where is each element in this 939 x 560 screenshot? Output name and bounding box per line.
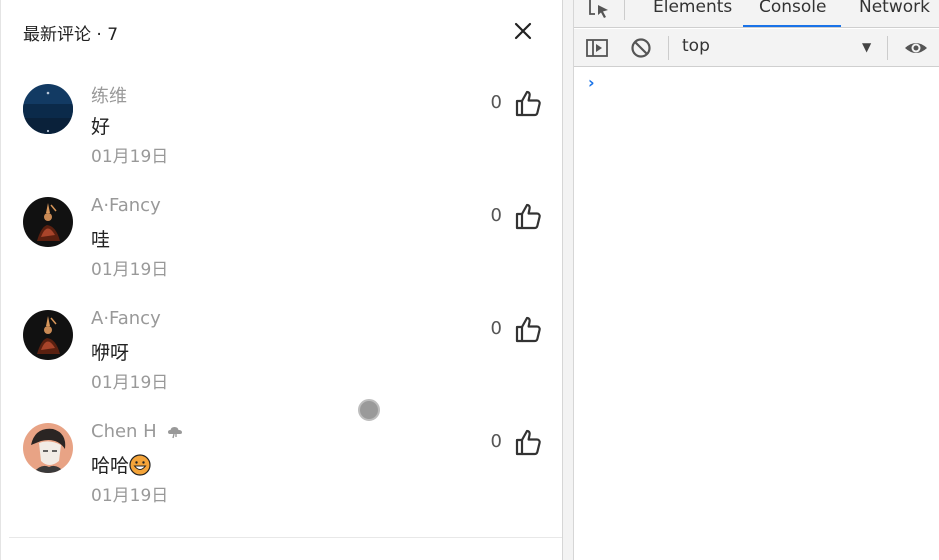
avatar[interactable] <box>23 310 73 360</box>
thumbs-up-icon <box>515 316 541 343</box>
toolbar-separator <box>887 36 888 60</box>
chevron-down-icon[interactable]: ▼ <box>862 40 871 54</box>
panel-title: 最新评论 · 7 <box>23 25 119 45</box>
comment-username[interactable]: A·Fancy <box>91 308 161 329</box>
comment-username[interactable]: Chen H <box>91 421 184 442</box>
comment-item: A·Fancy 哇 01月19日 0 <box>23 195 548 287</box>
active-tab-indicator <box>743 25 841 27</box>
console-toolbar: top ▼ <box>574 29 939 67</box>
comment-item: 练维 好 01月19日 0 <box>23 84 548 174</box>
close-button[interactable] <box>509 17 537 45</box>
like-button[interactable] <box>514 314 544 344</box>
comment-date: 01月19日 <box>91 486 169 506</box>
thumbs-up-icon <box>515 203 541 230</box>
thumbs-up-icon <box>515 90 541 117</box>
comment-username[interactable]: A·Fancy <box>91 195 161 216</box>
comment-text: 哇 <box>91 229 111 251</box>
comments-panel: 最新评论 · 7 练维 好 01月19日 0 A·Fancy 哇 01月19日 … <box>0 0 563 560</box>
toolbar-separator <box>668 36 669 60</box>
tab-elements[interactable]: Elements <box>653 0 732 17</box>
like-button[interactable] <box>514 88 544 118</box>
devtools-panel: Elements Console Network top ▼ › <box>574 0 939 560</box>
tab-separator <box>624 0 625 20</box>
clear-console-icon[interactable] <box>629 36 653 60</box>
tab-network[interactable]: Network <box>859 0 930 17</box>
inspect-element-icon[interactable] <box>586 0 612 22</box>
panel-splitter[interactable] <box>562 0 574 560</box>
screen: { "panel": { "title": "最新评论 · 7", "comme… <box>0 0 939 560</box>
comment-date: 01月19日 <box>91 373 169 393</box>
close-icon <box>514 22 532 40</box>
comment-date: 01月19日 <box>91 260 169 280</box>
avatar-cartoon-face-icon <box>23 423 73 473</box>
comment-username-text: Chen H <box>91 421 157 442</box>
sidebar-toggle-icon[interactable] <box>585 36 609 60</box>
like-button[interactable] <box>514 427 544 457</box>
like-button[interactable] <box>514 201 544 231</box>
avatar[interactable] <box>23 423 73 473</box>
comment-text: 好 <box>91 116 111 138</box>
cloud-badge-icon <box>168 427 183 439</box>
comment-username[interactable]: 练维 <box>91 82 127 108</box>
comment-item: Chen H 哈哈 01月19日 0 <box>23 421 548 513</box>
avatar[interactable] <box>23 197 73 247</box>
avatar-dark-figure-icon <box>23 197 73 247</box>
panel-divider <box>9 537 563 538</box>
touch-cursor-indicator <box>358 399 380 421</box>
comment-date: 01月19日 <box>91 147 169 167</box>
comment-text: 哈哈 <box>91 451 151 478</box>
avatar-dark-figure-icon <box>23 310 73 360</box>
avatar-night-sky-icon <box>23 84 73 134</box>
like-count: 0 <box>490 205 502 226</box>
like-count: 0 <box>490 318 502 339</box>
avatar[interactable] <box>23 84 73 134</box>
console-prompt[interactable]: › <box>588 73 595 92</box>
live-expression-eye-icon[interactable] <box>904 36 928 60</box>
context-selector[interactable]: top <box>682 36 710 56</box>
comment-item: A·Fancy 咿呀 01月19日 0 <box>23 308 548 400</box>
grinning-emoji-icon <box>129 454 151 476</box>
comment-text: 咿呀 <box>91 342 130 364</box>
tab-console[interactable]: Console <box>759 0 827 17</box>
like-count: 0 <box>490 92 502 113</box>
devtools-tabbar: Elements Console Network <box>574 0 939 28</box>
comment-text-value: 哈哈 <box>91 455 130 477</box>
like-count: 0 <box>490 431 502 452</box>
thumbs-up-icon <box>515 429 541 456</box>
